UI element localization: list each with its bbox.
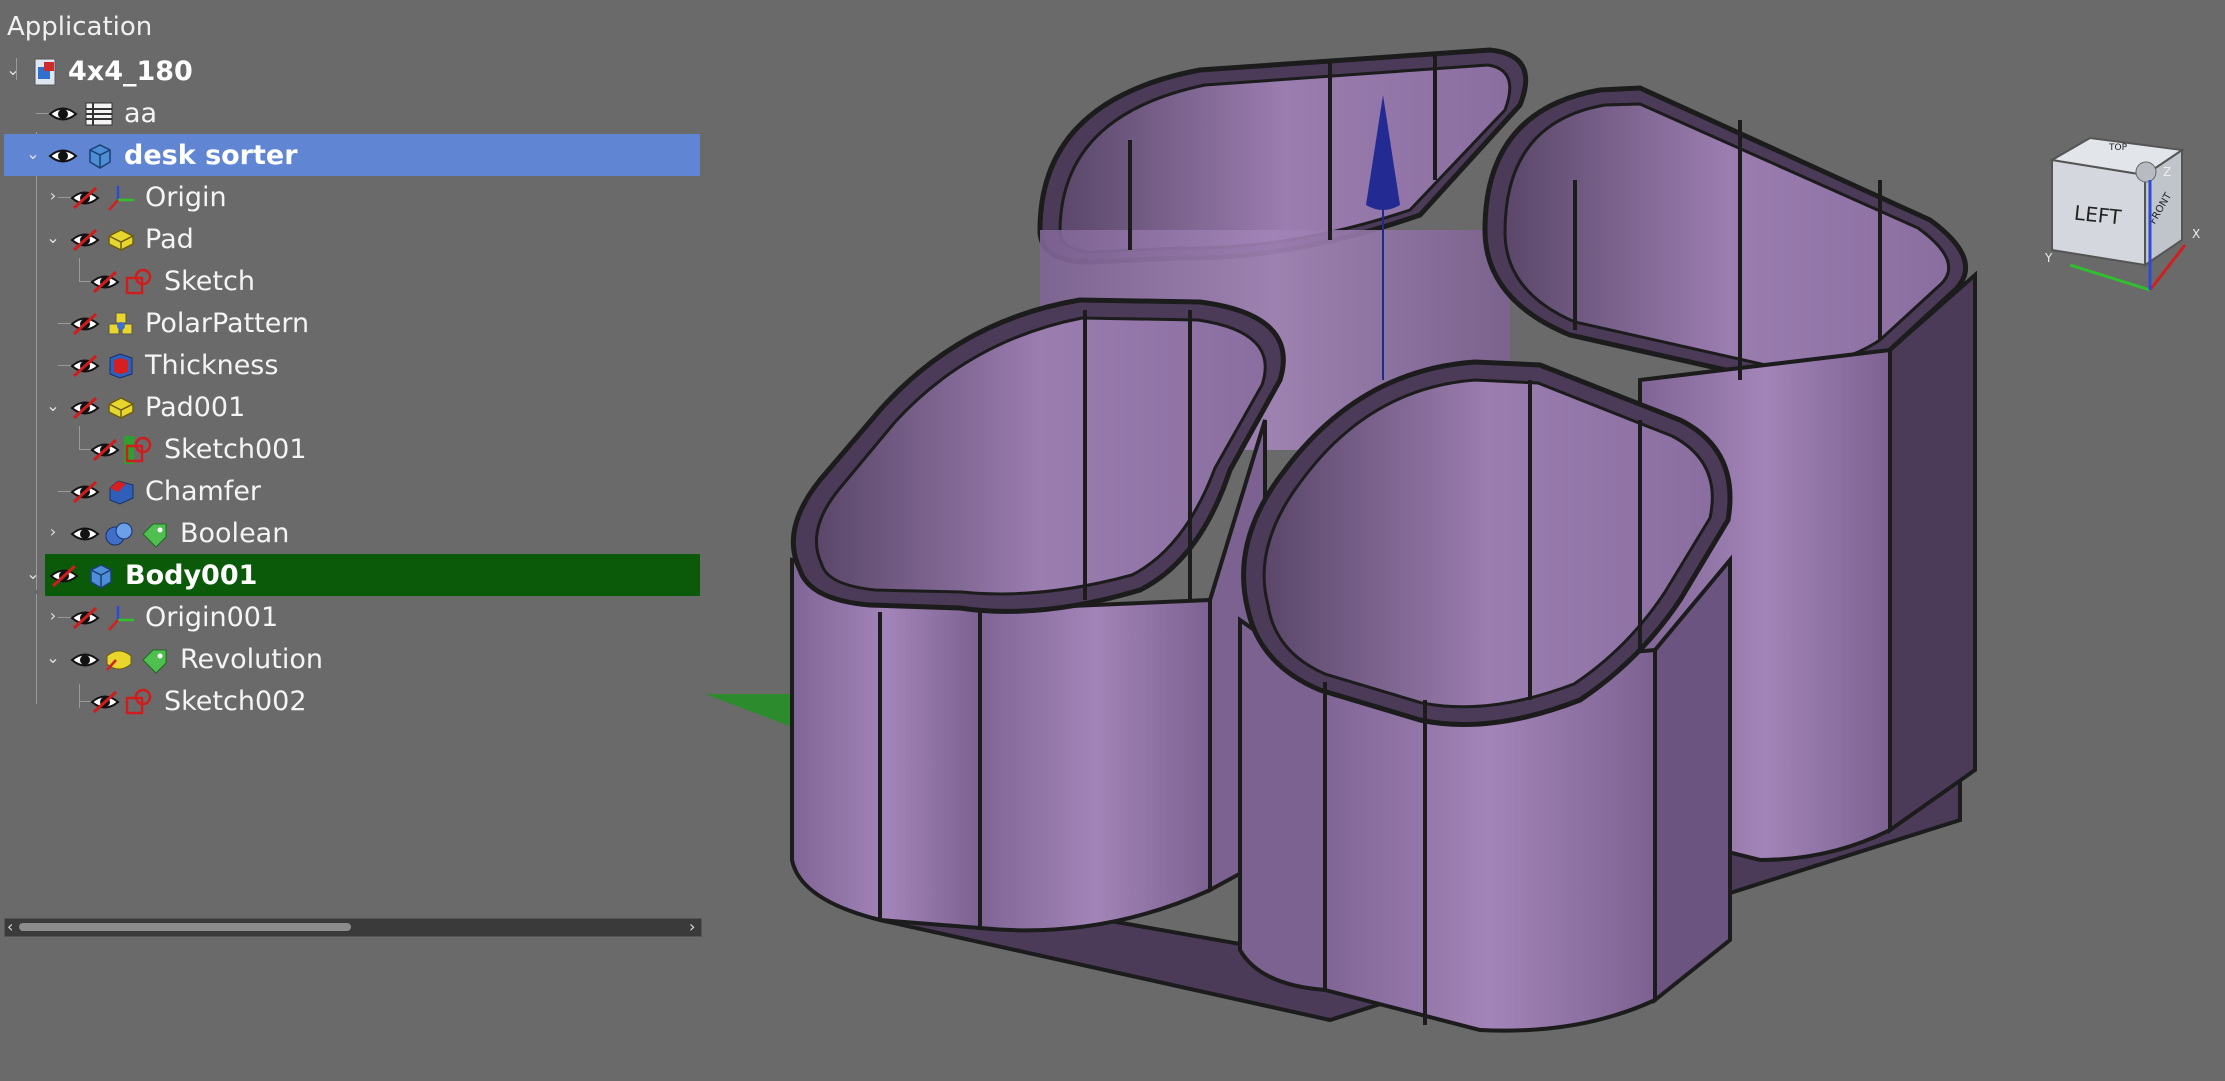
scroll-right-icon[interactable]: › [689,917,695,936]
tree-item-origin[interactable]: › Origin [0,176,700,218]
boolean-icon [105,522,133,546]
polar-pattern-icon [108,312,133,335]
visibility-off-icon[interactable] [90,436,120,464]
model-tree-panel: Application ⌄ 4x4_180 aa ⌄ desk sorter ›… [0,0,703,940]
3d-viewport[interactable]: LEFT FRONT TOP Y X Z [703,0,2225,1081]
eye-icon[interactable] [48,100,78,128]
tree-item-label: desk sorter [124,140,298,171]
tree-item-chamfer[interactable]: Chamfer [0,470,700,512]
tree-item-label: Boolean [180,518,290,549]
tree-item-label: Chamfer [145,476,262,507]
tree-item-pad001[interactable]: ⌄ Pad001 [0,386,700,428]
tree-item-body001[interactable]: Body001 [45,554,700,596]
chevron-right-icon[interactable]: › [46,186,60,206]
scrollbar-thumb[interactable] [19,923,351,931]
tree-item-label: PolarPattern [145,308,310,339]
eye-icon[interactable] [70,646,100,674]
tree-item-label: Origin [145,182,227,213]
pad-icon [108,397,134,419]
tree-item-revolution[interactable]: ⌄ Revolution [0,638,700,680]
tree-item-sketch002[interactable]: Sketch002 [0,680,700,722]
visibility-off-icon[interactable] [70,394,100,422]
sketch-icon [125,268,152,295]
sketch-icon [125,688,152,715]
navcube-corner[interactable] [2135,161,2157,183]
tree-item-label: Sketch001 [164,434,307,465]
tree-item-desk-sorter[interactable]: ⌄ desk sorter [4,134,700,176]
chevron-down-icon[interactable]: ⌄ [26,564,40,584]
navcube-axis-x-label: X [2192,227,2200,241]
body-icon [89,144,111,169]
tree-item-label: Body001 [125,560,258,591]
tag-icon [142,649,167,674]
tree-header: Application [7,12,153,42]
visibility-off-icon[interactable] [90,688,120,716]
model-cup-interior [814,316,1267,596]
tree-item-label: Pad [145,224,194,255]
tree-item-sketch[interactable]: Sketch [0,260,700,302]
body-icon [90,564,112,589]
scroll-left-icon[interactable]: ‹ [7,917,13,936]
model-wall [978,597,1212,933]
navcube-label-left: LEFT [2073,201,2123,230]
tree-item-label: 4x4_180 [68,56,193,87]
tree-item-polar-pattern[interactable]: PolarPattern [0,302,700,344]
tree-item-pad[interactable]: ⌄ Pad [0,218,700,260]
tree-item-label: Revolution [180,644,323,675]
spreadsheet-icon [85,102,113,126]
tree-item-spreadsheet[interactable]: aa [0,92,700,134]
chevron-down-icon[interactable]: ⌄ [46,228,60,248]
eye-icon[interactable] [48,142,78,170]
visibility-off-icon[interactable] [70,604,100,632]
visibility-off-icon[interactable] [70,352,100,380]
navcube-axis-y-label: Y [2044,251,2053,265]
tree-item-origin001[interactable]: › Origin001 [0,596,700,638]
chamfer-icon [109,480,134,505]
model-wall [1888,270,1977,834]
chevron-right-icon[interactable]: › [46,522,60,542]
tree-item-label: Thickness [145,350,279,381]
document-icon [34,58,56,86]
eye-icon[interactable] [70,520,100,548]
tree-item-label: Sketch [164,266,255,297]
tree-item-document[interactable]: ⌄ 4x4_180 [0,50,700,92]
origin-axes-icon [108,606,134,631]
navcube-label-top: TOP [2108,143,2128,153]
origin-axes-icon [108,186,134,211]
pad-icon [108,229,134,251]
chevron-down-icon[interactable]: ⌄ [46,396,60,416]
tree-item-boolean[interactable]: › Boolean [0,512,700,554]
visibility-off-icon[interactable] [70,184,100,212]
chevron-down-icon[interactable]: ⌄ [46,648,60,668]
chevron-down-icon[interactable]: ⌄ [6,60,20,80]
tree-item-label: Sketch002 [164,686,307,717]
navcube-axis-z-label: Z [2163,165,2171,179]
tree-horizontal-scrollbar[interactable]: ‹ › [4,917,702,937]
visibility-off-icon[interactable] [70,478,100,506]
visibility-off-icon[interactable] [70,226,100,254]
tree-item-thickness[interactable]: Thickness [0,344,700,386]
thickness-icon [109,353,133,379]
visibility-off-icon[interactable] [70,310,100,338]
model-wall [790,557,982,931]
revolution-icon [106,650,132,671]
tree-item-sketch001[interactable]: Sketch001 [0,428,700,470]
tree-item-label: aa [124,98,158,129]
sketch-icon [124,436,152,464]
tag-icon [142,523,167,548]
navcube-y-axis [2069,263,2151,292]
chevron-right-icon[interactable]: › [46,606,60,626]
chevron-down-icon[interactable]: ⌄ [26,144,40,164]
visibility-off-icon[interactable] [49,562,79,590]
tree-item-label: Pad001 [145,392,246,423]
visibility-off-icon[interactable] [90,268,120,296]
tree-item-label: Origin001 [145,602,279,633]
navigation-cube[interactable]: LEFT FRONT TOP Y X Z [2044,136,2200,292]
sketch-plane [705,694,800,730]
